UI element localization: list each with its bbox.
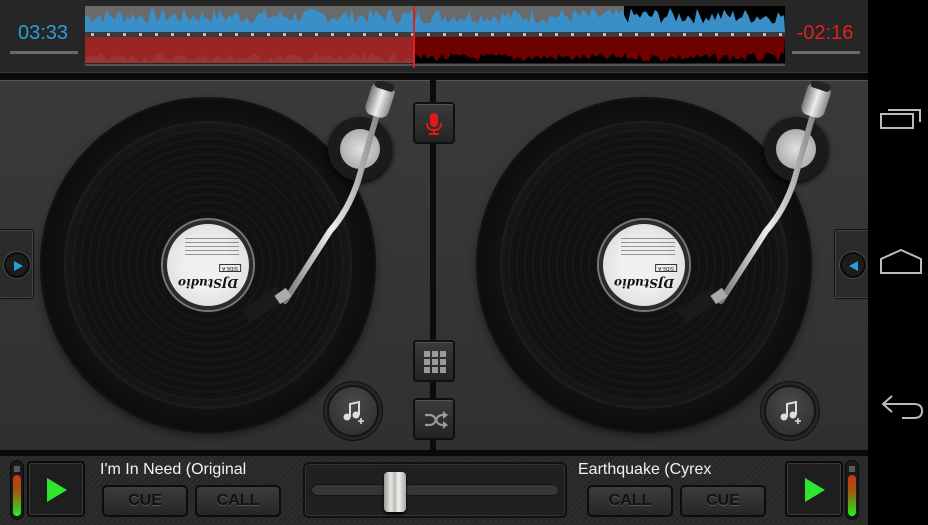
add-music-button-left[interactable]	[327, 385, 379, 437]
beat-tick	[443, 33, 446, 36]
beat-tick	[667, 33, 670, 36]
beat-tick	[747, 33, 750, 36]
home-icon[interactable]	[880, 249, 922, 275]
beat-tick	[507, 33, 510, 36]
beat-tick	[379, 33, 382, 36]
beat-tick	[603, 33, 606, 36]
beat-tick	[251, 33, 254, 36]
beat-tick	[203, 33, 206, 36]
back-icon[interactable]	[880, 394, 926, 422]
beat-tick	[731, 33, 734, 36]
vu-meter-right	[845, 460, 859, 520]
beat-tick	[235, 33, 238, 36]
beat-tick	[363, 33, 366, 36]
android-navigation-bar	[868, 0, 928, 525]
beat-tick	[475, 33, 478, 36]
triangle-left-icon	[849, 261, 858, 271]
beat-tick	[267, 33, 270, 36]
shuffle-button[interactable]	[413, 398, 455, 440]
transport-bar: I'm In Need (Original CUE CALL Earthquak…	[0, 456, 868, 525]
crossfader-track[interactable]	[311, 484, 559, 496]
beat-tick	[123, 33, 126, 36]
beat-tick	[459, 33, 462, 36]
beat-tick	[315, 33, 318, 36]
deck-right: SIDE A DJStudio	[436, 80, 870, 450]
beat-tick	[139, 33, 142, 36]
wave-baseline	[85, 64, 785, 66]
add-music-button-right[interactable]	[764, 385, 816, 437]
deck-right-side-tab[interactable]	[834, 229, 870, 299]
beat-tick	[555, 33, 558, 36]
waveform-bar: 03:33 -02:16	[0, 0, 868, 73]
beat-tick	[587, 33, 590, 36]
deck-a-time-underline	[10, 51, 78, 54]
beat-tick	[395, 33, 398, 36]
sampler-grid-button[interactable]	[413, 340, 455, 382]
play-icon	[47, 478, 67, 502]
microphone-icon	[426, 113, 442, 135]
shuffle-icon	[425, 411, 448, 429]
play-icon	[805, 478, 825, 502]
beat-tick	[91, 33, 94, 36]
beat-tick	[571, 33, 574, 36]
call-button-right[interactable]: CALL	[587, 485, 673, 517]
beat-tick	[427, 33, 430, 36]
deck-b-time-underline	[792, 51, 860, 54]
track-title-left: I'm In Need (Original	[100, 461, 247, 478]
tonearm-left[interactable]	[230, 81, 400, 351]
beat-tick	[347, 33, 350, 36]
deck-a-elapsed-time: 03:33	[17, 22, 69, 44]
beat-tick	[171, 33, 174, 36]
beat-tick	[683, 33, 686, 36]
beat-tick	[715, 33, 718, 36]
play-button-left[interactable]	[27, 461, 85, 517]
beat-tick	[299, 33, 302, 36]
grid-icon	[424, 351, 446, 373]
deck-a-playhead	[413, 6, 415, 68]
play-button-right[interactable]	[785, 461, 843, 517]
beat-tick	[651, 33, 654, 36]
record-mic-button[interactable]	[413, 102, 455, 144]
beat-tick	[219, 33, 222, 36]
beat-tick	[187, 33, 190, 36]
divider	[0, 73, 868, 80]
cue-button-right[interactable]: CUE	[680, 485, 766, 517]
dj-app: 03:33 -02:16 SIDE A DJStudio SIDE A DJSt…	[0, 0, 870, 525]
crossfader-knob[interactable]	[383, 472, 406, 512]
waveform-overview[interactable]	[85, 6, 785, 68]
recent-apps-icon[interactable]	[880, 106, 922, 132]
cue-button-left[interactable]: CUE	[102, 485, 188, 517]
music-add-icon	[343, 400, 364, 424]
beat-tick	[155, 33, 158, 36]
call-button-left[interactable]: CALL	[195, 485, 281, 517]
beat-tick	[331, 33, 334, 36]
deck-left: SIDE A DJStudio	[0, 80, 430, 525]
vu-meter-right-fill	[848, 475, 856, 516]
nudge-left-button[interactable]	[840, 252, 866, 278]
crossfader[interactable]	[303, 462, 567, 518]
beat-tick	[539, 33, 542, 36]
nudge-right-button[interactable]	[4, 252, 30, 278]
deck-b-remaining-time: -02:16	[796, 22, 854, 44]
triangle-right-icon	[14, 261, 23, 271]
beat-tick	[779, 33, 782, 36]
vu-meter-left-fill	[13, 475, 21, 516]
beat-tick	[491, 33, 494, 36]
beat-tick	[635, 33, 638, 36]
beat-tick	[523, 33, 526, 36]
tonearm-right[interactable]	[666, 81, 836, 351]
track-title-right: Earthquake (Cyrex	[578, 461, 712, 478]
deck-left-side-tab[interactable]	[0, 229, 34, 299]
beat-tick	[283, 33, 286, 36]
vu-meter-left	[10, 460, 24, 520]
deck-b-waveform-played	[85, 37, 414, 63]
beat-tick	[699, 33, 702, 36]
beat-tick	[107, 33, 110, 36]
beat-tick	[763, 33, 766, 36]
music-add-icon	[780, 400, 801, 424]
beat-tick	[619, 33, 622, 36]
